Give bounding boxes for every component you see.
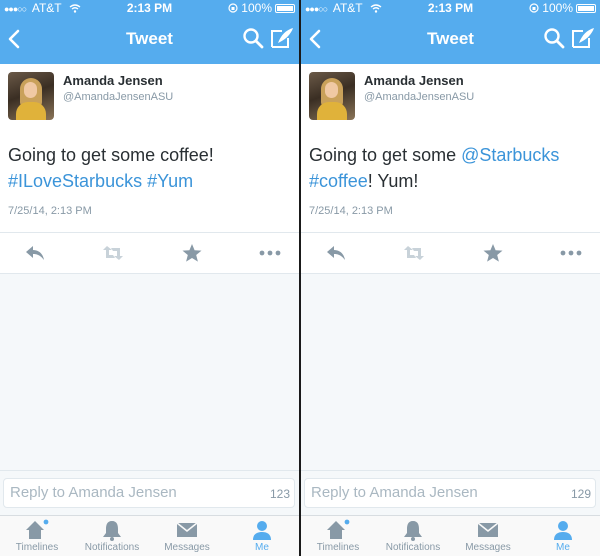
nav-bar: ●●●○○ AT&T 2:13 PM 100% Tweet [301, 0, 600, 64]
reply-icon[interactable] [24, 243, 46, 263]
tweet-actions [0, 232, 299, 274]
person-icon [554, 521, 572, 540]
author-name[interactable]: Amanda Jensen [364, 73, 464, 88]
home-icon [26, 519, 49, 539]
tab-label: Messages [465, 542, 511, 553]
tweet-text-segment: Going to get some [309, 145, 462, 165]
search-icon[interactable] [241, 26, 265, 50]
tweet-text: Going to get some @Starbucks #coffee! Yu… [309, 142, 594, 194]
battery-percent: 100% [542, 1, 573, 15]
more-icon[interactable] [560, 243, 582, 263]
tab-label: Messages [164, 542, 210, 553]
favorite-icon[interactable] [181, 243, 203, 263]
home-icon [327, 519, 350, 539]
mention-link[interactable]: @Starbucks [461, 145, 559, 165]
battery-icon [576, 3, 596, 13]
character-counter: 129 [570, 487, 591, 501]
hashtag-link[interactable]: #coffee [309, 171, 368, 191]
tab-messages[interactable]: Messages [150, 516, 224, 556]
tweet-detail: Amanda Jensen @AmandaJensenASU Going to … [301, 64, 600, 232]
retweet-icon[interactable] [102, 243, 124, 263]
avatar[interactable] [309, 72, 355, 120]
tweet-text-segment: ! Yum! [367, 171, 419, 191]
tab-label: Timelines [15, 542, 59, 553]
author-name[interactable]: Amanda Jensen [63, 73, 163, 88]
person-icon [253, 521, 271, 540]
reply-bar: Reply to Amanda Jensen 123 [0, 470, 299, 515]
tab-bar: Timelines Notifications Messages Me [301, 515, 600, 556]
compose-icon[interactable] [269, 25, 295, 51]
orientation-lock-icon [529, 3, 539, 13]
author-handle[interactable]: @AmandaJensenASU [63, 91, 173, 103]
bell-icon [103, 521, 121, 541]
tweet-timestamp: 7/25/14, 2:13 PM [309, 205, 393, 217]
avatar-body [317, 102, 347, 120]
tweet-text: Going to get some coffee! #ILoveStarbuck… [8, 142, 293, 194]
envelope-icon [176, 522, 198, 537]
tab-bar: Timelines Notifications Messages Me [0, 515, 299, 556]
avatar-face [24, 82, 37, 98]
more-icon[interactable] [259, 243, 281, 263]
tab-timelines[interactable]: Timelines [301, 516, 375, 556]
author-handle[interactable]: @AmandaJensenASU [364, 91, 474, 103]
hashtag-link[interactable]: #Yum [147, 171, 193, 191]
battery-icon [275, 3, 295, 13]
battery-indicator: 100% [228, 0, 295, 16]
retweet-icon[interactable] [403, 243, 425, 263]
reply-icon[interactable] [325, 243, 347, 263]
avatar-face [325, 82, 338, 98]
tweet-screen-right: ●●●○○ AT&T 2:13 PM 100% Tweet Amanda Jen… [301, 0, 600, 556]
tweet-timestamp: 7/25/14, 2:13 PM [8, 205, 92, 217]
search-icon[interactable] [542, 26, 566, 50]
tab-notifications[interactable]: Notifications [376, 516, 450, 556]
bell-icon [404, 521, 422, 541]
avatar-body [16, 102, 46, 120]
favorite-icon[interactable] [482, 243, 504, 263]
tweet-screen-left: ●●●○○ AT&T 2:13 PM 100% Tweet Amanda Jen… [0, 0, 299, 556]
tab-me[interactable]: Me [225, 516, 299, 556]
tab-label: Me [556, 542, 570, 553]
character-counter: 123 [269, 487, 290, 501]
reply-input[interactable]: Reply to Amanda Jensen 129 [304, 478, 596, 508]
tweet-detail: Amanda Jensen @AmandaJensenASU Going to … [0, 64, 299, 232]
tab-label: Timelines [316, 542, 360, 553]
tab-timelines[interactable]: Timelines [0, 516, 74, 556]
tab-notifications[interactable]: Notifications [75, 516, 149, 556]
battery-indicator: 100% [529, 0, 596, 16]
orientation-lock-icon [228, 3, 238, 13]
envelope-icon [477, 522, 499, 537]
tweet-actions [301, 232, 600, 274]
tweet-text-segment: Going to get some coffee! [8, 145, 214, 165]
tab-messages[interactable]: Messages [451, 516, 525, 556]
reply-placeholder: Reply to Amanda Jensen [10, 484, 177, 501]
tab-label: Me [255, 542, 269, 553]
reply-placeholder: Reply to Amanda Jensen [311, 484, 478, 501]
tab-label: Notifications [84, 542, 140, 553]
status-bar: ●●●○○ AT&T 2:13 PM 100% [301, 0, 600, 16]
reply-input[interactable]: Reply to Amanda Jensen 123 [3, 478, 295, 508]
avatar[interactable] [8, 72, 54, 120]
compose-icon[interactable] [570, 25, 596, 51]
tab-label: Notifications [385, 542, 441, 553]
hashtag-link[interactable]: #ILoveStarbucks [8, 171, 142, 191]
nav-bar: ●●●○○ AT&T 2:13 PM 100% Tweet [0, 0, 299, 64]
reply-bar: Reply to Amanda Jensen 129 [301, 470, 600, 515]
comparison-stage: ●●●○○ AT&T 2:13 PM 100% Tweet Amanda Jen… [0, 0, 600, 556]
tab-me[interactable]: Me [526, 516, 600, 556]
status-bar: ●●●○○ AT&T 2:13 PM 100% [0, 0, 299, 16]
battery-percent: 100% [241, 1, 272, 15]
